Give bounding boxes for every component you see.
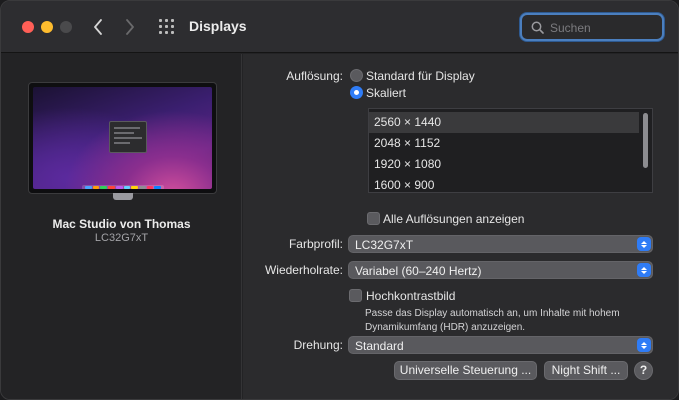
chevron-left-icon bbox=[94, 19, 102, 35]
high-contrast-checkbox[interactable] bbox=[349, 289, 362, 302]
color-profile-popup[interactable]: LC32G7xT bbox=[348, 235, 653, 253]
display-model: LC32G7xT bbox=[94, 232, 149, 244]
resolution-list-scrollbar[interactable] bbox=[643, 113, 648, 168]
color-profile-value: LC32G7xT bbox=[355, 238, 414, 252]
rotation-popup[interactable]: Standard bbox=[348, 336, 653, 354]
mini-dock bbox=[82, 185, 164, 189]
close-button[interactable] bbox=[22, 21, 34, 33]
display-name: Mac Studio von Thomas bbox=[52, 217, 191, 231]
resolution-item[interactable]: 2560 × 1440 bbox=[369, 112, 639, 133]
display-settings: Auflösung: Standard für Display Skaliert… bbox=[243, 54, 678, 399]
resolution-label: Auflösung: bbox=[286, 69, 343, 83]
popup-arrows-icon bbox=[637, 263, 651, 277]
system-preferences-window: Displays Suchen Mac Studio von Thomas LC… bbox=[0, 0, 679, 400]
radio-scaled-label[interactable]: Skaliert bbox=[366, 86, 406, 100]
radio-default-label[interactable]: Standard für Display bbox=[366, 69, 475, 83]
display-thumbnail[interactable] bbox=[28, 82, 217, 200]
description-line: Dynamikumfang (HDR) anzuzeigen. bbox=[365, 322, 526, 333]
fullscreen-button[interactable] bbox=[60, 21, 72, 33]
rotation-label: Drehung: bbox=[293, 338, 343, 352]
mini-window bbox=[109, 121, 147, 153]
refresh-rate-popup[interactable]: Variabel (60–240 Hertz) bbox=[348, 261, 653, 279]
popup-arrows-icon bbox=[637, 237, 651, 251]
radio-scaled-resolution[interactable] bbox=[350, 86, 363, 99]
show-all-resolutions-label[interactable]: Alle Auflösungen anzeigen bbox=[383, 212, 524, 226]
description-line: Passe das Display automatisch an, um Inh… bbox=[365, 308, 620, 319]
monitor-bezel bbox=[28, 82, 217, 194]
high-contrast-label[interactable]: Hochkontrastbild bbox=[366, 289, 455, 303]
search-field[interactable]: Suchen bbox=[520, 13, 664, 41]
back-button[interactable] bbox=[87, 15, 109, 39]
rotation-value: Standard bbox=[355, 339, 404, 353]
popup-arrows-icon bbox=[637, 338, 651, 352]
search-placeholder: Suchen bbox=[550, 21, 591, 35]
resolution-list[interactable]: 2560 × 1440 2048 × 1152 1920 × 1080 1600… bbox=[368, 108, 653, 193]
grid-icon bbox=[158, 18, 176, 36]
toolbar: Displays Suchen bbox=[1, 1, 678, 53]
forward-button[interactable] bbox=[119, 15, 141, 39]
search-icon bbox=[531, 21, 544, 34]
night-shift-button[interactable]: Night Shift ... bbox=[544, 361, 628, 380]
universal-control-button[interactable]: Universelle Steuerung ... bbox=[394, 361, 537, 380]
monitor-wallpaper bbox=[33, 87, 212, 189]
minimize-button[interactable] bbox=[41, 21, 53, 33]
resolution-item[interactable]: 1600 × 900 bbox=[369, 175, 639, 192]
show-all-resolutions-checkbox[interactable] bbox=[367, 212, 380, 225]
resolution-item[interactable]: 1920 × 1080 bbox=[369, 154, 639, 175]
radio-default-resolution[interactable] bbox=[350, 69, 363, 82]
window-title: Displays bbox=[189, 18, 247, 34]
show-all-button[interactable] bbox=[158, 18, 176, 36]
display-sidebar: Mac Studio von Thomas LC32G7xT bbox=[1, 54, 242, 399]
refresh-rate-value: Variabel (60–240 Hertz) bbox=[355, 264, 482, 278]
help-button[interactable]: ? bbox=[634, 361, 653, 380]
high-contrast-description: Passe das Display automatisch an, um Inh… bbox=[365, 307, 665, 335]
chevron-right-icon bbox=[126, 19, 134, 35]
refresh-rate-label: Wiederholrate: bbox=[264, 263, 343, 277]
monitor-stand bbox=[113, 193, 133, 200]
color-profile-label: Farbprofil: bbox=[288, 237, 343, 251]
resolution-item[interactable]: 2048 × 1152 bbox=[369, 133, 639, 154]
